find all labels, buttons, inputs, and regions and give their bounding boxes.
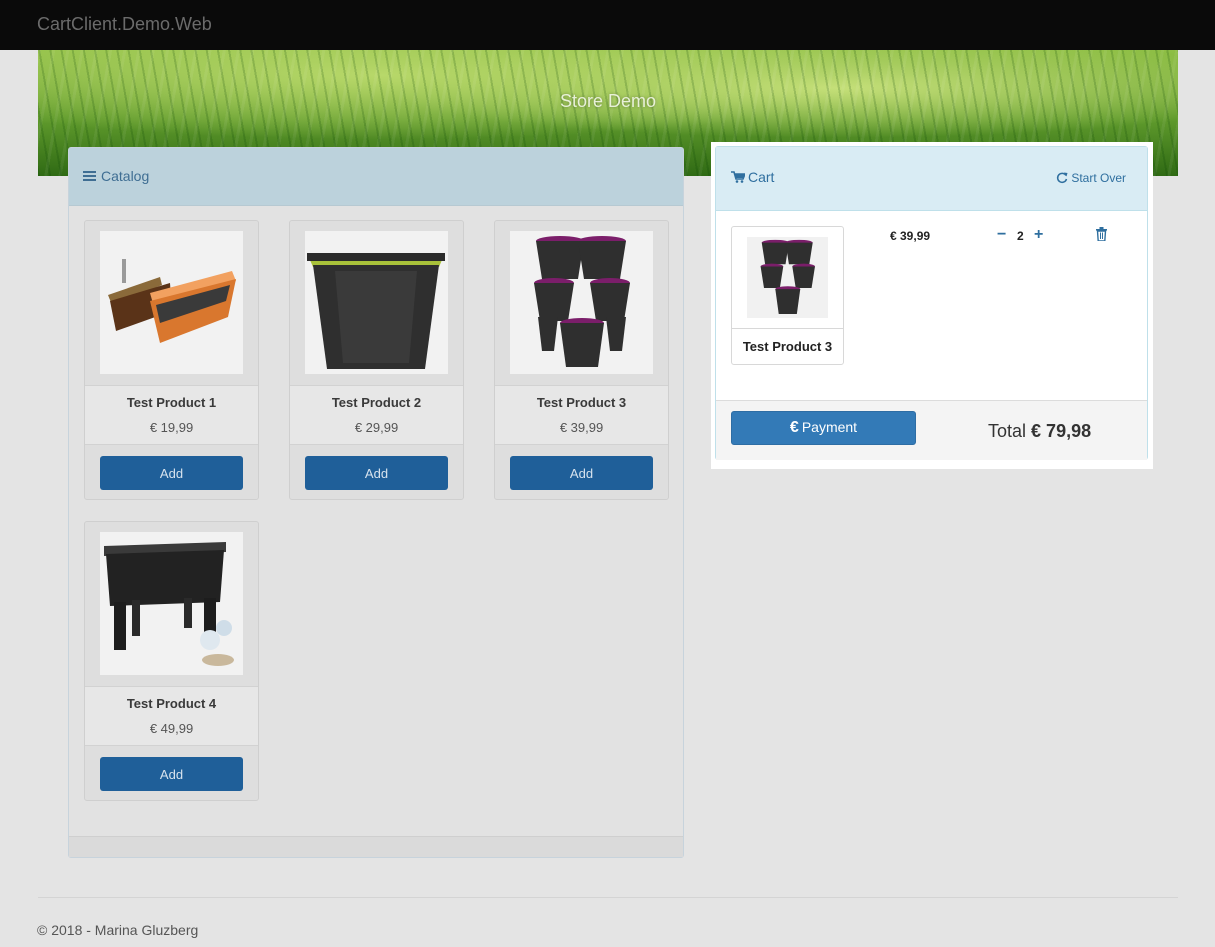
footer-divider <box>38 897 1178 898</box>
product-image-square-pot <box>305 231 448 374</box>
catalog-footer <box>69 836 683 857</box>
cart-total: Total € 79,98 <box>988 421 1091 442</box>
cart-footer: € Payment Total € 79,98 <box>716 400 1147 460</box>
euro-icon: € <box>789 419 799 436</box>
payment-button[interactable]: € Payment <box>731 411 916 445</box>
product-card: Test Product 3 € 39,99 Add <box>494 220 669 500</box>
product-card: Test Product 4 € 49,99 Add <box>84 521 259 801</box>
add-button[interactable]: Add <box>510 456 653 490</box>
product-name: Test Product 1 <box>126 395 217 410</box>
shopping-cart-icon <box>731 171 747 183</box>
catalog-title: Catalog <box>101 168 150 184</box>
start-over-label: Start Over <box>1071 171 1126 185</box>
add-button[interactable]: Add <box>305 456 448 490</box>
cart-title: Cart <box>748 169 775 185</box>
brand-link[interactable]: CartClient.Demo.Web <box>37 14 212 35</box>
product-price: € 19,99 <box>149 420 194 435</box>
cart-item-price: € 39,99 <box>890 229 931 243</box>
product-name: Test Product 3 <box>536 395 627 410</box>
product-card: Test Product 1 € 19,99 Add <box>84 220 259 500</box>
add-button[interactable]: Add <box>100 456 243 490</box>
product-price: € 39,99 <box>559 420 604 435</box>
increase-quantity-button[interactable]: + <box>1034 226 1043 244</box>
product-image-raised-planter <box>100 532 243 675</box>
product-card: Test Product 2 € 29,99 Add <box>289 220 464 500</box>
cart-item-name: Test Product 3 <box>732 328 843 365</box>
cart-header: Cart Start Over <box>716 147 1147 211</box>
cart-item-image-stacked-pots <box>747 237 828 318</box>
product-price: € 29,99 <box>354 420 399 435</box>
total-value: € 79,98 <box>1031 421 1092 441</box>
add-button[interactable]: Add <box>100 757 243 791</box>
quantity-value: 2 <box>1017 229 1024 243</box>
refresh-icon <box>1057 172 1068 184</box>
product-image-stacked-pots <box>510 231 653 374</box>
decrease-quantity-button[interactable]: − <box>997 226 1006 244</box>
total-label: Total <box>988 421 1027 441</box>
catalog-panel: Catalog Test Product 1 € 19,99 Add Test … <box>68 147 684 858</box>
product-name: Test Product 4 <box>126 696 217 711</box>
navbar: CartClient.Demo.Web <box>0 0 1215 50</box>
catalog-header: Catalog <box>69 148 683 206</box>
banner-title: Store Demo <box>559 91 657 111</box>
payment-label: Payment <box>801 419 858 435</box>
product-image-planter-boxes <box>100 231 243 374</box>
cart-item-card: Test Product 3 <box>731 226 844 365</box>
list-icon <box>83 171 96 182</box>
product-price: € 49,99 <box>149 721 194 736</box>
trash-icon[interactable] <box>1096 227 1107 241</box>
start-over-link[interactable]: Start Over <box>1056 171 1126 185</box>
footer-copyright: © 2018 - Marina Gluzberg <box>37 922 199 938</box>
product-name: Test Product 2 <box>331 395 422 410</box>
cart-panel: Cart Start Over Test Product 3 € 39,99 −… <box>715 146 1148 460</box>
cart-container: Cart Start Over Test Product 3 € 39,99 −… <box>711 142 1153 469</box>
